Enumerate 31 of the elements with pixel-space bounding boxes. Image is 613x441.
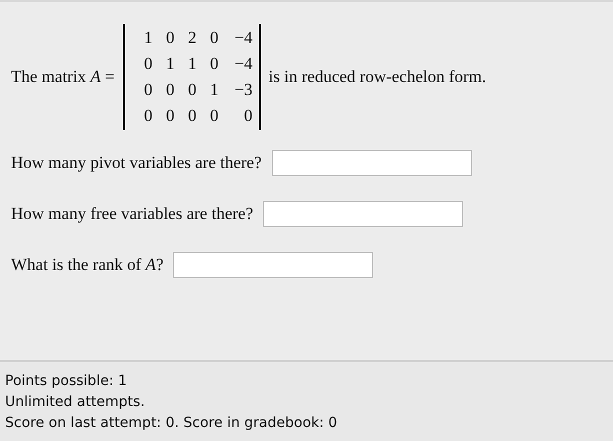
matrix-entry: −3 <box>233 79 253 101</box>
matrix-entry: 1 <box>143 27 153 49</box>
matrix-entry: 0 <box>165 79 175 101</box>
question-text: How many pivot variables are there? <box>11 152 262 174</box>
matrix-entry: 0 <box>143 53 153 75</box>
question-text: How many free variables are there? <box>11 203 254 226</box>
matrix-entry: 1 <box>209 79 219 101</box>
answer-field[interactable] <box>263 201 464 227</box>
matrix-entry: 2 <box>187 27 197 49</box>
matrix-entry: 0 <box>209 53 219 75</box>
matrix-entry: 1 <box>165 53 175 75</box>
matrix-entry: 0 <box>187 79 197 101</box>
question-text: What is the rank of A? <box>11 254 164 276</box>
matrix-entry: 0 <box>243 105 253 127</box>
footer-text: Score on last attempt: 0. Score in gradebook: 0 <box>5 414 338 433</box>
matrix-entry: 0 <box>143 79 153 101</box>
footer-text: Points possible: 1 <box>5 372 128 391</box>
matrix-entry: 0 <box>209 27 219 49</box>
matrix-entry: −4 <box>233 27 253 49</box>
footer-text: Unlimited attempts. <box>5 393 146 412</box>
matrix-entry: 0 <box>165 27 175 49</box>
statement-text: is in reduced row-echelon form. <box>268 66 486 88</box>
matrix-entry: 0 <box>187 105 197 127</box>
statement-text: The matrix A = <box>11 66 115 88</box>
matrix-entry: 0 <box>165 105 175 127</box>
matrix-entry: −4 <box>233 53 253 75</box>
answer-field[interactable] <box>173 252 374 278</box>
matrix-entry: 0 <box>209 105 219 127</box>
matrix-entry: 0 <box>143 105 153 127</box>
answer-field[interactable] <box>272 150 472 176</box>
matrix-entry: 1 <box>187 53 197 75</box>
